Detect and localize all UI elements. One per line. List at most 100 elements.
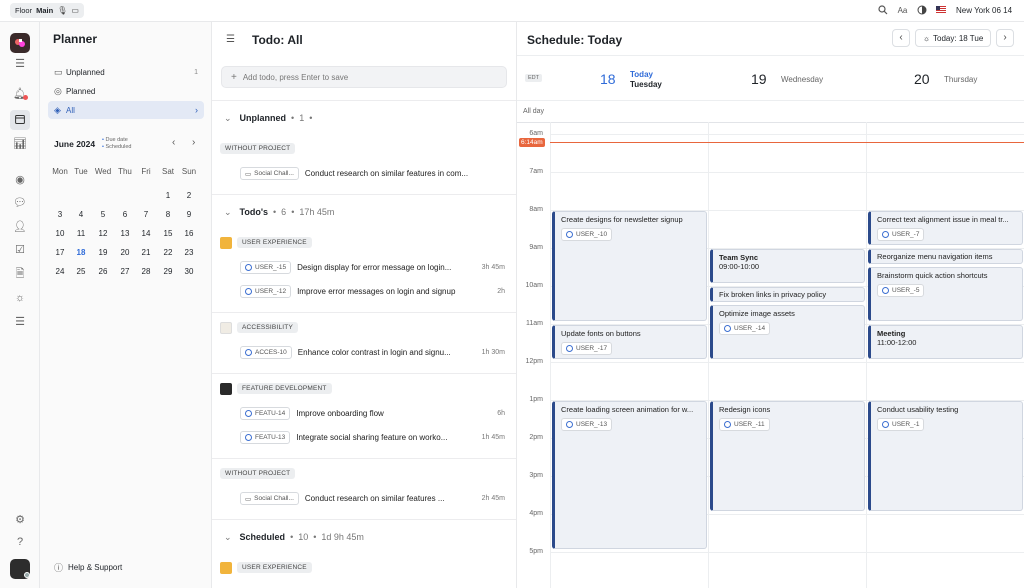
calendar-event[interactable]: Conduct usability testing USER_-1 [868,401,1023,511]
app-logo[interactable] [10,33,30,53]
calendar-day[interactable]: 29 [158,267,178,276]
checkbox-icon[interactable]: ☑ [12,242,28,258]
issue-chip[interactable]: USER_-11 [719,418,770,431]
calendar-day[interactable]: 6 [115,210,135,219]
calendar-day[interactable]: 5 [93,210,113,219]
section-scheduled[interactable]: ⌄ Scheduled • 10 • 1d 9h 45m [212,527,516,547]
issue-chip[interactable]: USER_-12 [240,285,292,298]
calendar-nav-active[interactable] [10,110,30,130]
calendar-day[interactable]: 11 [71,229,91,238]
calendar-day[interactable]: 1 [158,191,178,200]
chart-icon[interactable]: 📊︎ [12,136,28,152]
calendar-day[interactable]: 22 [158,248,178,257]
issue-chip[interactable]: ACCES-10 [240,346,292,359]
calendar-day[interactable]: 16 [179,229,199,238]
calendar-event[interactable]: Optimize image assets USER_-14 [710,305,865,359]
calendar-event[interactable]: Fix broken links in privacy policy [710,287,865,302]
day-number[interactable]: 18 [600,71,616,87]
microphone-icon[interactable]: 🎙 [57,6,67,15]
calendar-day[interactable]: 7 [136,210,156,219]
calendar-event[interactable]: Reorganize menu navigation items [868,249,1023,264]
calendar-day[interactable]: 17 [50,248,70,257]
issue-chip[interactable]: USER_-17 [561,342,613,355]
add-todo-input[interactable]: + Add todo, press Enter to save [221,66,507,88]
calendar-day[interactable]: 2 [179,191,199,200]
calendar-day[interactable]: 26 [93,267,113,276]
workspace-switcher[interactable]: Floor Main 🎙 ▭ [10,3,84,18]
issue-chip[interactable]: FEATU-14 [240,407,291,420]
list-item[interactable]: FEATU-14 Improve onboarding flow 6h [240,406,505,421]
calendar-day[interactable]: 4 [71,210,91,219]
help-icon[interactable]: ? [12,534,28,550]
issue-chip[interactable]: USER_-1 [877,418,925,431]
database-icon[interactable]: ☰ [12,314,28,330]
collapse-panel-icon[interactable]: ☰ [226,34,235,45]
project-chip[interactable]: ▭ Social Chall... [240,167,299,180]
calendar-day[interactable]: 28 [136,267,156,276]
calendar-day[interactable]: 23 [179,248,199,257]
calendar-day[interactable]: 3 [50,210,70,219]
theme-toggle-icon[interactable] [916,5,927,16]
sun-icon[interactable]: ☼ [12,290,28,306]
calendar-day[interactable]: 24 [50,267,70,276]
calendar-event[interactable]: Redesign icons USER_-11 [710,401,865,511]
calendar-day[interactable]: 9 [179,210,199,219]
calendar-day[interactable]: 14 [136,229,156,238]
font-size-icon[interactable]: Aa [897,5,908,16]
nav-planned[interactable]: ◎ Planned [48,82,204,100]
user-circle-icon[interactable]: ◉ [12,172,28,188]
calendar-day[interactable]: 30 [179,267,199,276]
issue-chip[interactable]: FEATU-13 [240,431,291,444]
issue-chip[interactable]: USER_-14 [719,322,771,335]
prev-month-button[interactable]: ‹ [172,137,175,148]
calendar-event[interactable]: Meeting 11:00-12:00 [868,325,1023,359]
calendar-day[interactable]: 19 [93,248,113,257]
chat-icon[interactable]: 💬︎ [12,195,28,211]
calendar-day[interactable]: 25 [71,267,91,276]
calendar-event[interactable]: Update fonts on buttons USER_-17 [552,325,707,359]
menu-icon[interactable]: ☰ [12,56,28,72]
users-icon[interactable]: 👤︎ [12,219,28,235]
today-button[interactable]: ☼ Today: 18 Tue [915,29,991,47]
section-unplanned[interactable]: ⌄ Unplanned • 1 • [212,108,516,128]
day-number[interactable]: 20 [914,71,930,87]
next-day-button[interactable]: › [996,29,1014,47]
list-item[interactable]: ▭ Social Chall... Conduct research on sim… [240,166,505,181]
section-todos[interactable]: ⌄ Todo's • 6 • 17h 45m [212,202,516,222]
calendar-event[interactable]: Correct text alignment issue in meal tr.… [868,211,1023,245]
calendar-day[interactable]: 13 [115,229,135,238]
nav-unplanned[interactable]: ▭ Unplanned 1 [48,63,204,81]
issue-chip[interactable]: USER_-13 [561,418,613,431]
calendar-day[interactable]: 18 [71,248,91,257]
calendar-day[interactable]: 15 [158,229,178,238]
calendar-day[interactable]: 20 [115,248,135,257]
issue-chip[interactable]: USER_-15 [240,261,292,274]
project-chip[interactable]: ▭ Social Chall... [240,492,299,505]
document-icon[interactable]: 🗎 [12,266,28,282]
calendar-day[interactable]: 21 [136,248,156,257]
calendar-event[interactable]: Create loading screen animation for w...… [552,401,707,549]
list-item[interactable]: USER_-15 Design display for error messag… [240,260,505,275]
calendar-day[interactable]: 10 [50,229,70,238]
calendar-day[interactable]: 27 [115,267,135,276]
day-number[interactable]: 19 [751,71,767,87]
search-icon[interactable] [877,5,888,16]
issue-chip[interactable]: USER_-7 [877,228,925,241]
list-item[interactable]: FEATU-13 Integrate social sharing featur… [240,430,505,445]
video-icon[interactable]: ▭ [71,6,79,15]
list-item[interactable]: ACCES-10 Enhance color contrast in login… [240,345,505,360]
prev-day-button[interactable]: ‹ [892,29,910,47]
list-item[interactable]: ▭ Social Chall... Conduct research on sim… [240,491,505,506]
sliders-icon[interactable]: ⚙︎ [12,512,28,528]
calendar-day[interactable]: 8 [158,210,178,219]
issue-chip[interactable]: USER_-10 [561,228,613,241]
calendar-event[interactable]: Brainstorm quick action shortcuts USER_-… [868,267,1023,321]
calendar-event[interactable]: Create designs for newsletter signup USE… [552,211,707,321]
help-support-link[interactable]: ⓘ Help & Support [54,561,122,574]
issue-chip[interactable]: USER_-5 [877,284,925,297]
calendar-event[interactable]: Team Sync 09:00-10:00 [710,249,865,283]
list-item[interactable]: USER_-12 Improve error messages on login… [240,284,505,299]
avatar[interactable] [10,559,30,579]
next-month-button[interactable]: › [192,137,195,148]
calendar-day[interactable]: 12 [93,229,113,238]
